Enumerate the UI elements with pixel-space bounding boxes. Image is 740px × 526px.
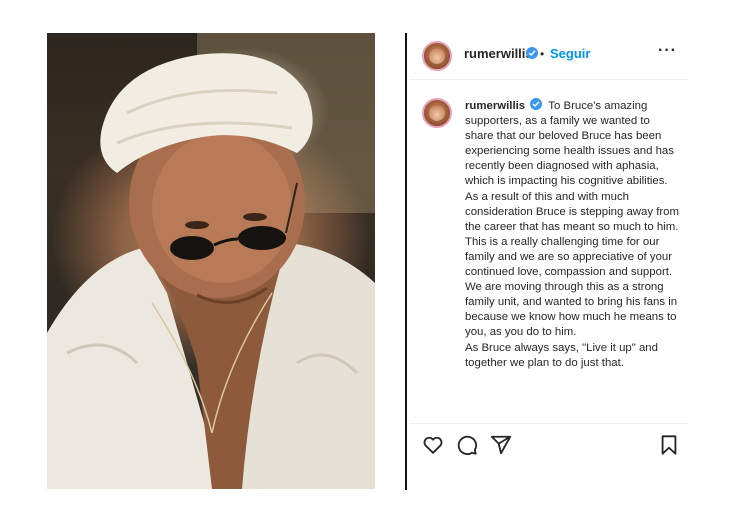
comment-icon[interactable] [456,434,478,456]
follow-button[interactable]: Seguir [550,46,590,61]
verified-badge-icon [530,98,543,110]
photo-illustration [47,33,375,489]
caption-paragraph-2: This is a really challenging time for ou… [465,235,678,339]
verified-badge-icon [526,47,538,59]
caption-text-1: To Bruce's amazing supporters, as a fami… [465,100,679,233]
caption-paragraph-1: rumerwillis To Bruce's amazing supporter… [465,98,680,235]
caption-avatar[interactable] [422,98,452,128]
bookmark-icon[interactable] [658,434,680,456]
post-header: rumerwillis • Seguir ··· [410,33,688,80]
author-avatar[interactable] [422,41,452,71]
post-photo[interactable] [47,33,375,489]
caption: rumerwillis To Bruce's amazing supporter… [465,98,680,371]
author-username[interactable]: rumerwillis [464,46,533,61]
heart-icon[interactable] [422,434,444,456]
more-options-icon[interactable]: ··· [658,42,677,60]
post-side-panel: rumerwillis • Seguir ··· rumerwillis To … [410,33,688,490]
caption-area: rumerwillis To Bruce's amazing supporter… [410,80,688,423]
share-icon[interactable] [490,434,512,456]
follow-separator: • [540,47,545,61]
post-actions [410,423,688,474]
divider [405,33,407,490]
caption-username[interactable]: rumerwillis [465,100,525,112]
caption-paragraph-3: As Bruce always says, "Live it up" and t… [465,341,658,369]
